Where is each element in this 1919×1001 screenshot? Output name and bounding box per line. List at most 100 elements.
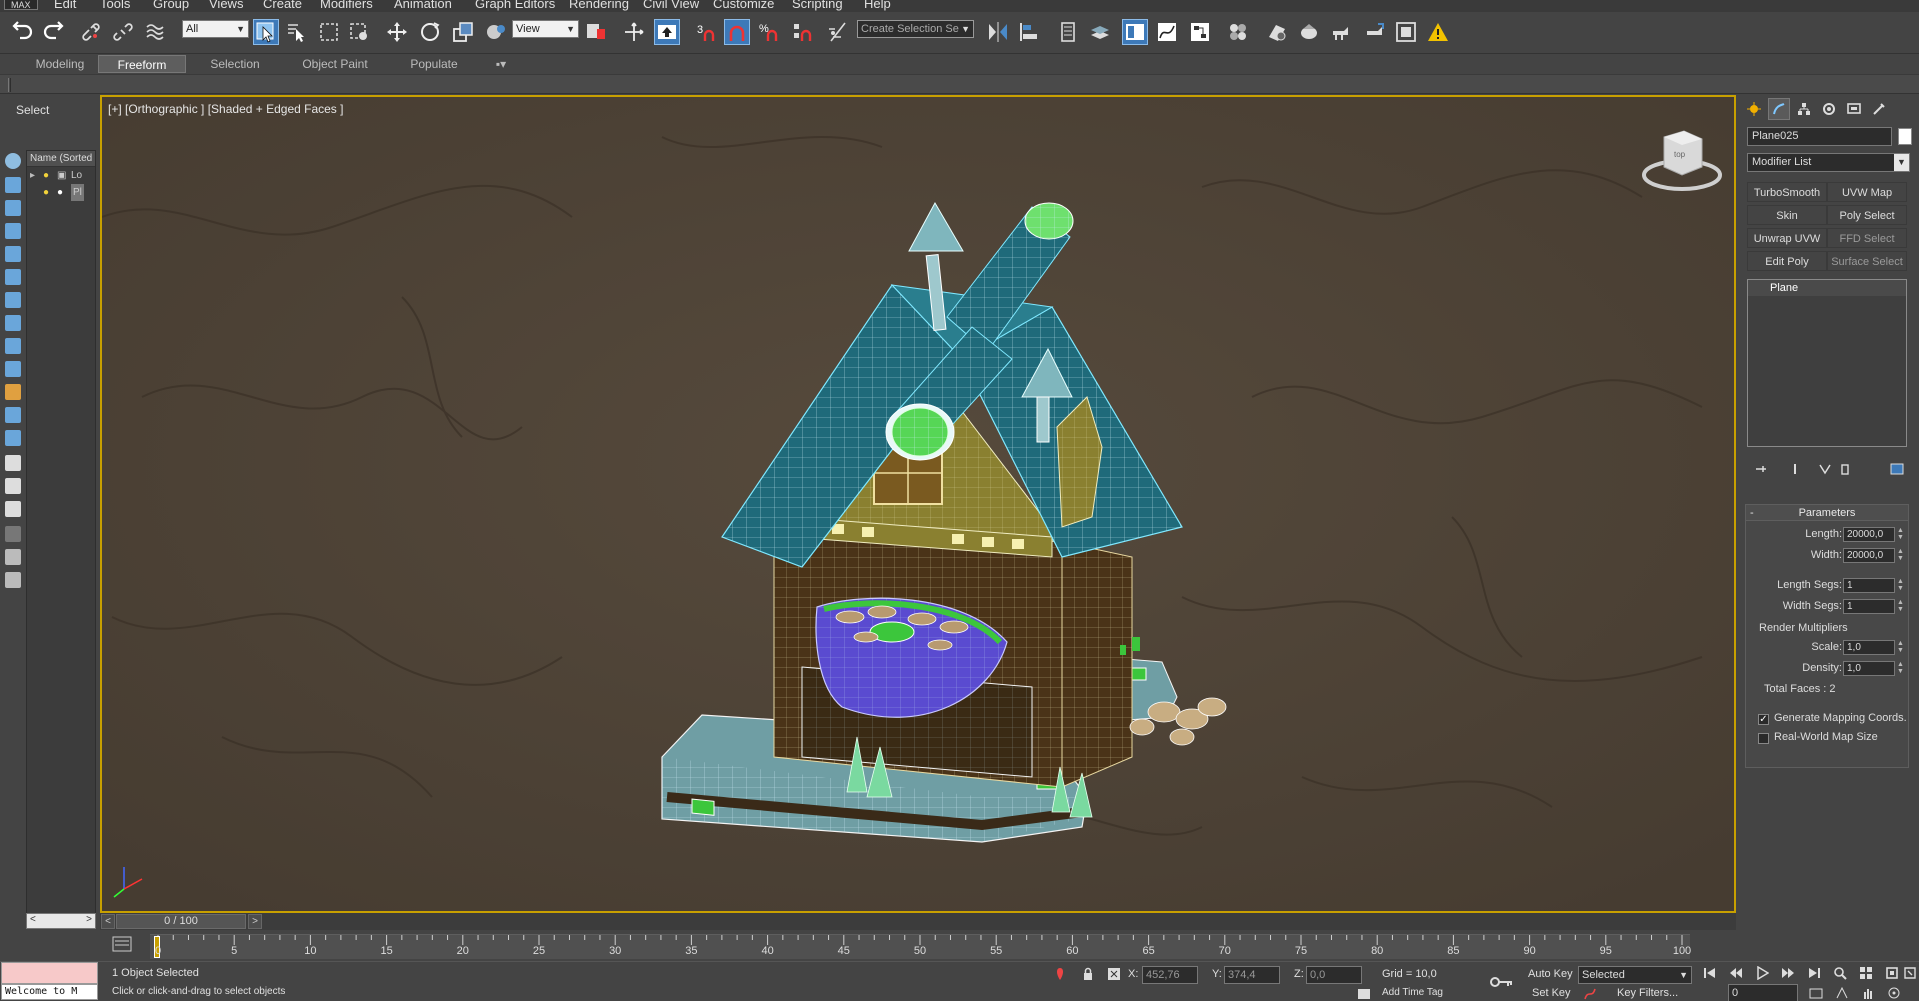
selection-lock-icon[interactable] bbox=[1080, 966, 1096, 982]
selection-filter-dropdown[interactable]: All ▼ bbox=[182, 20, 249, 38]
ribbon-options-icon[interactable]: ▪▾ bbox=[488, 55, 514, 73]
auto-key-button[interactable]: Auto Key bbox=[1528, 968, 1573, 980]
explorer-row-layer[interactable]: ▸ ● ▣ Lo bbox=[27, 167, 95, 184]
menu-graph-editors[interactable]: Graph Editors bbox=[475, 0, 555, 11]
maxscript-output[interactable] bbox=[1, 962, 98, 984]
material-editor-icon[interactable] bbox=[1225, 19, 1251, 45]
length-segs-spinner[interactable]: ▲ ▼ bbox=[1897, 578, 1906, 592]
x-coordinate-field[interactable]: 452,76 bbox=[1142, 966, 1198, 984]
schematic-view-icon[interactable] bbox=[1187, 19, 1213, 45]
render-frame-icon[interactable] bbox=[1393, 19, 1419, 45]
explorer-row-object[interactable]: ● ● Pl bbox=[27, 184, 95, 201]
stack-entry-plane[interactable]: Plane bbox=[1748, 280, 1906, 296]
angle-snap-icon[interactable] bbox=[724, 19, 750, 45]
modifier-button-surface-select[interactable]: Surface Select bbox=[1827, 251, 1907, 271]
tab-object-paint[interactable]: Object Paint bbox=[292, 55, 378, 73]
remove-modifier-icon[interactable] bbox=[1836, 460, 1854, 478]
make-unique-icon[interactable] bbox=[1816, 460, 1834, 478]
width-spinner[interactable]: ▲ ▼ bbox=[1897, 548, 1906, 562]
maximize-viewport-icon[interactable] bbox=[1900, 964, 1919, 982]
reference-coordinate-dropdown[interactable]: View ▼ bbox=[512, 20, 579, 38]
go-to-end-icon[interactable] bbox=[1804, 964, 1824, 982]
parameters-title[interactable]: - Parameters bbox=[1746, 505, 1908, 521]
hierarchy-panel-icon[interactable] bbox=[1793, 98, 1815, 120]
display-hidden-icon[interactable] bbox=[5, 407, 21, 423]
isolate-selection-icon[interactable] bbox=[1052, 966, 1068, 982]
absolute-mode-icon[interactable] bbox=[1106, 966, 1122, 982]
length-segs-field[interactable]: 1 bbox=[1843, 578, 1895, 593]
viewport-label[interactable]: [+] [Orthographic ] [Shaded + Edged Face… bbox=[108, 102, 343, 116]
scale-icon[interactable] bbox=[450, 19, 476, 45]
modifier-button-turbosmooth[interactable]: TurboSmooth bbox=[1747, 182, 1827, 202]
modifier-button-skin[interactable]: Skin bbox=[1747, 205, 1827, 225]
display-panel-icon[interactable] bbox=[1843, 98, 1865, 120]
display-none-icon[interactable] bbox=[5, 455, 21, 471]
display-space-warps-icon[interactable] bbox=[5, 269, 21, 285]
light-bulb-icon[interactable]: ● bbox=[43, 167, 49, 184]
modifier-stack[interactable]: Plane bbox=[1747, 279, 1907, 447]
current-frame-field[interactable]: 0 bbox=[1728, 984, 1798, 1001]
named-selection-dropdown[interactable]: Create Selection Se ▼ bbox=[857, 20, 974, 38]
display-lights-icon[interactable] bbox=[5, 200, 21, 216]
rectangular-selection-icon[interactable] bbox=[316, 19, 342, 45]
rendered-frame-window-icon[interactable] bbox=[1296, 19, 1322, 45]
explorer-scrollbar[interactable]: < > bbox=[26, 913, 96, 929]
modifier-button-edit-poly[interactable]: Edit Poly bbox=[1747, 251, 1827, 271]
display-xrefs-icon[interactable] bbox=[5, 315, 21, 331]
percent-snap-icon[interactable]: % bbox=[756, 19, 782, 45]
maxscript-input[interactable]: Welcome to M bbox=[1, 984, 98, 1000]
time-tag-icon[interactable] bbox=[1356, 986, 1372, 1001]
menu-civil-view[interactable]: Civil View bbox=[643, 0, 699, 11]
layer-explorer-icon[interactable] bbox=[1055, 19, 1081, 45]
manipulate-icon[interactable] bbox=[621, 19, 647, 45]
pivot-center-icon[interactable] bbox=[583, 19, 609, 45]
sort-icon[interactable] bbox=[5, 501, 21, 517]
density-spinner[interactable]: ▲ ▼ bbox=[1897, 661, 1906, 675]
pan-icon[interactable] bbox=[1858, 984, 1878, 1001]
spinner-snap-icon[interactable] bbox=[789, 19, 815, 45]
select-object-icon[interactable] bbox=[253, 19, 279, 45]
menu-rendering[interactable]: Rendering bbox=[569, 0, 629, 11]
render-iterative-icon[interactable] bbox=[1362, 19, 1388, 45]
light-bulb-icon[interactable]: ● bbox=[43, 184, 49, 201]
show-end-result-icon[interactable] bbox=[1786, 460, 1804, 478]
tab-populate[interactable]: Populate bbox=[394, 55, 474, 73]
time-slider-thumb[interactable]: 0 / 100 bbox=[116, 914, 246, 929]
real-world-map-size-label[interactable]: Real-World Map Size bbox=[1774, 731, 1878, 743]
scroll-right-icon[interactable]: > bbox=[86, 914, 92, 925]
zoom-all-icon[interactable] bbox=[1856, 964, 1876, 982]
menu-tools[interactable]: Tools bbox=[100, 0, 130, 11]
bind-space-warp-icon[interactable] bbox=[143, 19, 169, 45]
menu-group[interactable]: Group bbox=[153, 0, 189, 11]
frame-ruler[interactable]: 0 5 10 15 20 25 30 35 40 45 50 55 60 65 70 75 80 85 90 95 10… bbox=[150, 934, 1691, 959]
key-mode-dropdown[interactable]: Selected ▼ bbox=[1578, 966, 1692, 984]
viewport-canvas[interactable]: top bbox=[102, 97, 1734, 911]
set-key-button[interactable]: Set Key bbox=[1532, 987, 1571, 999]
previous-frame-icon[interactable] bbox=[1726, 964, 1746, 982]
mini-curve-editor-icon[interactable] bbox=[112, 936, 132, 952]
display-bones-icon[interactable] bbox=[5, 338, 21, 354]
display-all-icon[interactable] bbox=[5, 430, 21, 446]
window-crossing-icon[interactable] bbox=[346, 19, 372, 45]
select-by-name-icon[interactable] bbox=[284, 19, 310, 45]
display-groups-icon[interactable] bbox=[5, 292, 21, 308]
configure-modifier-sets-icon[interactable] bbox=[1888, 460, 1906, 478]
explorer-layers-icon[interactable] bbox=[5, 572, 21, 588]
display-containers-icon[interactable] bbox=[5, 361, 21, 377]
y-coordinate-field[interactable]: 374,4 bbox=[1224, 966, 1280, 984]
tab-freeform[interactable]: Freeform bbox=[98, 55, 186, 73]
motion-panel-icon[interactable] bbox=[1818, 98, 1840, 120]
track-bar[interactable]: 0 5 10 15 20 25 30 35 40 45 50 55 60 65 70 75 80 85 90 95 10… bbox=[100, 930, 1736, 961]
menu-create[interactable]: Create bbox=[263, 0, 302, 11]
length-spinner[interactable]: ▲ ▼ bbox=[1897, 527, 1906, 541]
display-shapes-icon[interactable] bbox=[5, 177, 21, 193]
ribbon-grip[interactable] bbox=[8, 78, 11, 92]
perspective-viewport[interactable]: top [+] [Orthographic ] [Shaded + Edged … bbox=[100, 95, 1736, 913]
next-frame-icon[interactable] bbox=[1778, 964, 1798, 982]
scroll-left-icon[interactable]: < bbox=[30, 914, 36, 925]
filter-icon[interactable] bbox=[5, 526, 21, 542]
menu-views[interactable]: Views bbox=[209, 0, 243, 11]
maxscript-listener[interactable]: Welcome to M bbox=[1, 962, 98, 1001]
warning-icon[interactable] bbox=[1425, 19, 1451, 45]
find-icon[interactable] bbox=[5, 549, 21, 565]
